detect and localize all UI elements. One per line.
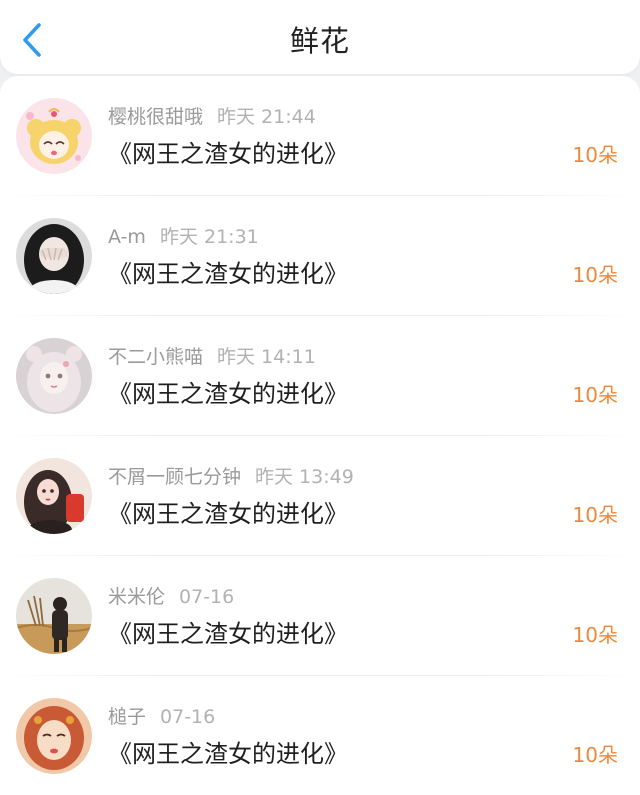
flower-count: 10朵 — [572, 263, 618, 287]
username[interactable]: A-m — [108, 226, 146, 248]
nav-header: 鲜花 — [0, 0, 640, 74]
timestamp: 昨天 14:11 — [217, 346, 316, 368]
list-item[interactable]: 不屑一顾七分钟 昨天 13:49 《网王之渣女的进化》 10朵 — [0, 436, 640, 556]
avatar[interactable] — [16, 578, 92, 654]
username[interactable]: 不屑一顾七分钟 — [108, 466, 241, 488]
avatar[interactable] — [16, 218, 92, 294]
username[interactable]: 不二小熊喵 — [108, 346, 203, 368]
list-item[interactable]: 樱桃很甜哦 昨天 21:44 《网王之渣女的进化》 10朵 — [0, 76, 640, 196]
timestamp: 昨天 13:49 — [255, 466, 354, 488]
list-item[interactable]: 米米伦 07-16 《网王之渣女的进化》 10朵 — [0, 556, 640, 676]
book-title[interactable]: 《网王之渣女的进化》 — [108, 494, 348, 529]
avatar[interactable] — [16, 698, 92, 774]
flower-count: 10朵 — [572, 383, 618, 407]
flower-gift-list: 樱桃很甜哦 昨天 21:44 《网王之渣女的进化》 10朵 A-m 昨天 21:31 — [0, 76, 640, 795]
book-title[interactable]: 《网王之渣女的进化》 — [108, 374, 348, 409]
username[interactable]: 樱桃很甜哦 — [108, 106, 203, 128]
username[interactable]: 槌子 — [108, 706, 146, 728]
book-title[interactable]: 《网王之渣女的进化》 — [108, 734, 348, 769]
book-title[interactable]: 《网王之渣女的进化》 — [108, 614, 348, 649]
item-meta: 樱桃很甜哦 昨天 21:44 — [108, 102, 316, 129]
avatar[interactable] — [16, 98, 92, 174]
list-item[interactable]: 不二小熊喵 昨天 14:11 《网王之渣女的进化》 10朵 — [0, 316, 640, 436]
book-title[interactable]: 《网王之渣女的进化》 — [108, 254, 348, 289]
flower-count: 10朵 — [572, 503, 618, 527]
item-meta: 不二小熊喵 昨天 14:11 — [108, 342, 316, 369]
timestamp: 昨天 21:44 — [217, 106, 316, 128]
avatar[interactable] — [16, 458, 92, 534]
flowers-screen: 鲜花 樱桃很甜哦 昨天 21:44 《网王之渣女的进化》 10朵 A-m 昨天 … — [0, 0, 640, 795]
page-title: 鲜花 — [289, 24, 350, 58]
flower-count: 10朵 — [572, 743, 618, 767]
item-meta: 槌子 07-16 — [108, 702, 215, 729]
timestamp: 07-16 — [160, 706, 216, 728]
timestamp: 07-16 — [179, 586, 235, 608]
username[interactable]: 米米伦 — [108, 586, 165, 608]
item-meta: 米米伦 07-16 — [108, 582, 234, 609]
flower-count: 10朵 — [572, 143, 618, 167]
item-meta: 不屑一顾七分钟 昨天 13:49 — [108, 462, 354, 489]
item-meta: A-m 昨天 21:31 — [108, 222, 259, 249]
timestamp: 昨天 21:31 — [159, 226, 259, 248]
list-item[interactable]: 槌子 07-16 《网王之渣女的进化》 10朵 — [0, 676, 640, 795]
avatar[interactable] — [16, 338, 92, 414]
flower-count: 10朵 — [572, 623, 618, 647]
book-title[interactable]: 《网王之渣女的进化》 — [108, 134, 348, 169]
list-item[interactable]: A-m 昨天 21:31 《网王之渣女的进化》 10朵 — [0, 196, 640, 316]
